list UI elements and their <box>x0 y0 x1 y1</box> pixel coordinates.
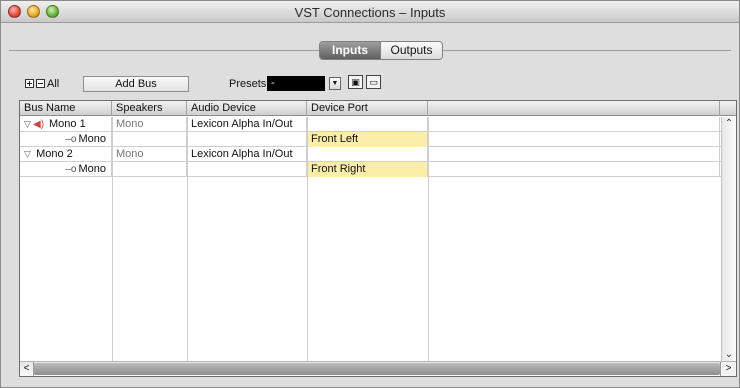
speaker-icon: ◀) <box>33 119 45 130</box>
speakers-cell[interactable] <box>112 162 187 177</box>
disclosure-triangle-icon[interactable]: ▽ <box>24 147 33 161</box>
vst-connections-window: VST Connections – Inputs Inputs Outputs … <box>0 0 740 388</box>
scroll-up-icon[interactable]: ⌃ <box>722 117 736 130</box>
bus-name: Mono 1 <box>49 118 86 130</box>
channel-name-cell[interactable]: –o Mono <box>20 132 112 147</box>
audio-device-cell[interactable] <box>187 132 307 147</box>
table-row[interactable]: ▽ ◀) Mono 1 Mono Lexicon Alpha In/Out <box>20 117 721 132</box>
horizontal-scrollbar[interactable]: < > <box>20 361 736 376</box>
scroll-right-icon[interactable]: > <box>720 362 736 376</box>
header-bus-name[interactable]: Bus Name <box>20 101 112 116</box>
scroll-down-icon[interactable]: ⌄ <box>722 348 736 361</box>
header-audio-device[interactable]: Audio Device <box>187 101 307 116</box>
presets-select[interactable]: - <box>267 76 325 91</box>
header-speakers[interactable]: Speakers <box>112 101 187 116</box>
table-row[interactable]: –o Mono Front Left <box>20 132 721 147</box>
table-body: ▽ ◀) Mono 1 Mono Lexicon Alpha In/Out –o Mo… <box>20 117 721 361</box>
connector-icon: –o <box>65 134 77 145</box>
scroll-left-icon[interactable]: < <box>20 362 34 376</box>
audio-device-cell[interactable] <box>187 162 307 177</box>
header-device-port[interactable]: Device Port <box>307 101 428 116</box>
window-title: VST Connections – Inputs <box>294 5 446 20</box>
channel-name: Mono <box>78 163 106 175</box>
horizontal-scroll-thumb[interactable] <box>34 363 720 375</box>
bus-name-cell[interactable]: ▽ Mono 2 <box>20 147 112 162</box>
title-bar: VST Connections – Inputs <box>1 1 739 23</box>
speakers-cell[interactable]: Mono <box>112 117 187 132</box>
vertical-scrollbar[interactable]: ⌃ ⌄ <box>721 117 736 361</box>
audio-device-cell[interactable]: Lexicon Alpha In/Out <box>187 117 307 132</box>
presets-dropdown-arrow-icon[interactable]: ▼ <box>329 77 341 90</box>
speakers-cell[interactable] <box>112 132 187 147</box>
device-port-cell[interactable]: Front Right <box>307 162 428 177</box>
empty-cell <box>428 162 720 177</box>
connector-icon: –o <box>65 164 77 175</box>
header-empty <box>428 101 720 116</box>
table-header: Bus Name Speakers Audio Device Device Po… <box>20 101 736 116</box>
speakers-cell[interactable]: Mono <box>112 147 187 162</box>
collapse-all-icon[interactable] <box>36 79 45 88</box>
device-port-cell[interactable] <box>307 147 428 162</box>
table-row[interactable]: ▽ Mono 2 Mono Lexicon Alpha In/Out <box>20 147 721 162</box>
empty-cell <box>428 132 720 147</box>
empty-cell <box>428 147 720 162</box>
audio-device-cell[interactable]: Lexicon Alpha In/Out <box>187 147 307 162</box>
device-port-cell[interactable]: Front Left <box>307 132 428 147</box>
connections-table: Bus Name Speakers Audio Device Device Po… <box>19 100 737 377</box>
expand-collapse-controls <box>25 79 45 88</box>
expand-all-icon[interactable] <box>25 79 34 88</box>
tab-bar: Inputs Outputs <box>319 41 443 60</box>
channel-name: Mono <box>78 133 106 145</box>
store-preset-icon[interactable]: ▣ <box>348 75 363 89</box>
remove-preset-icon[interactable]: ▭ <box>366 75 381 89</box>
channel-name-cell[interactable]: –o Mono <box>20 162 112 177</box>
all-label: All <box>47 78 60 90</box>
add-bus-button[interactable]: Add Bus <box>83 76 189 92</box>
table-row[interactable]: –o Mono Front Right <box>20 162 721 177</box>
disclosure-triangle-icon[interactable]: ▽ <box>24 117 33 131</box>
header-scroll-corner <box>720 101 736 116</box>
device-port-cell[interactable] <box>307 117 428 132</box>
empty-cell <box>428 117 720 132</box>
presets-label: Presets <box>229 78 267 90</box>
tab-inputs[interactable]: Inputs <box>320 42 380 59</box>
bus-name: Mono 2 <box>36 148 73 160</box>
bus-name-cell[interactable]: ▽ ◀) Mono 1 <box>20 117 112 132</box>
tab-outputs[interactable]: Outputs <box>380 42 442 59</box>
